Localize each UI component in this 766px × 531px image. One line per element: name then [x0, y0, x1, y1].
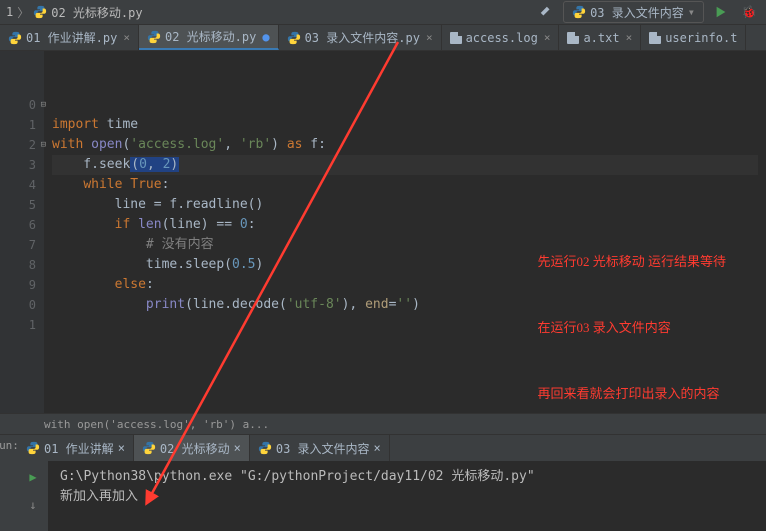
stop-button[interactable]: ↓: [22, 495, 44, 515]
run-side-toolbar: ▶ ↓: [18, 461, 48, 531]
console-command: G:\Python38\python.exe "G:/pythonProject…: [60, 467, 754, 487]
debug-button[interactable]: 🐞: [738, 2, 760, 22]
python-icon: [572, 5, 586, 19]
top-toolbar: 1 〉 02 光标移动.py 03 录入文件内容 ▾ 🐞: [0, 0, 766, 25]
line-gutter: 0⊟12⊟345678901: [0, 51, 44, 413]
editor-tab[interactable]: 02 光标移动.py●: [139, 25, 279, 50]
editor-tab[interactable]: 03 录入文件内容.py×: [279, 25, 442, 50]
editor-tab[interactable]: 01 作业讲解.py×: [0, 25, 139, 50]
hammer-icon[interactable]: [535, 2, 557, 22]
chevron-right-icon: 〉: [17, 4, 29, 21]
breadcrumb-folder[interactable]: 1: [6, 5, 13, 19]
code-breadcrumb-text: with open('access.log', 'rb') a...: [44, 418, 269, 431]
run-button[interactable]: [710, 2, 732, 22]
console-line: 新加入再加入: [60, 487, 754, 507]
run-panel-label: un:: [0, 435, 18, 531]
chevron-down-icon: ▾: [688, 5, 695, 19]
breadcrumb-file[interactable]: 02 光标移动.py: [51, 4, 142, 21]
editor-tab[interactable]: userinfo.t: [641, 25, 746, 50]
run-config-label: 03 录入文件内容: [590, 4, 684, 21]
console-output[interactable]: G:\Python38\python.exe "G:/pythonProject…: [48, 461, 766, 531]
annotation-line-3: 再回来看就会打印出录入的内容: [537, 383, 726, 405]
code-area[interactable]: import timewith open('access.log', 'rb')…: [44, 51, 766, 413]
annotation-line-1: 先运行02 光标移动 运行结果等待: [537, 251, 726, 273]
run-panel: un: 01 作业讲解×02 光标移动×03 录入文件内容× ▶ ↓ G:\Py…: [0, 435, 766, 531]
annotation-text: 先运行02 光标移动 运行结果等待 在运行03 录入文件内容 再回来看就会打印出…: [537, 207, 726, 449]
editor-area: 0⊟12⊟345678901 import timewith open('acc…: [0, 51, 766, 413]
editor-tabs: 01 作业讲解.py×02 光标移动.py●03 录入文件内容.py×acces…: [0, 25, 766, 51]
editor-tab[interactable]: access.log×: [442, 25, 560, 50]
rerun-button[interactable]: ▶: [22, 467, 44, 487]
python-file-icon: [33, 5, 47, 19]
toolbar-right: 03 录入文件内容 ▾ 🐞: [535, 1, 760, 23]
annotation-line-2: 在运行03 录入文件内容: [537, 317, 726, 339]
editor-tab[interactable]: a.txt×: [559, 25, 641, 50]
run-configuration-selector[interactable]: 03 录入文件内容 ▾: [563, 1, 704, 23]
run-tab[interactable]: 03 录入文件内容×: [250, 435, 390, 461]
run-tab[interactable]: 02 光标移动×: [134, 435, 250, 461]
run-tab[interactable]: 01 作业讲解×: [18, 435, 134, 461]
breadcrumb[interactable]: 1 〉 02 光标移动.py: [6, 4, 535, 21]
